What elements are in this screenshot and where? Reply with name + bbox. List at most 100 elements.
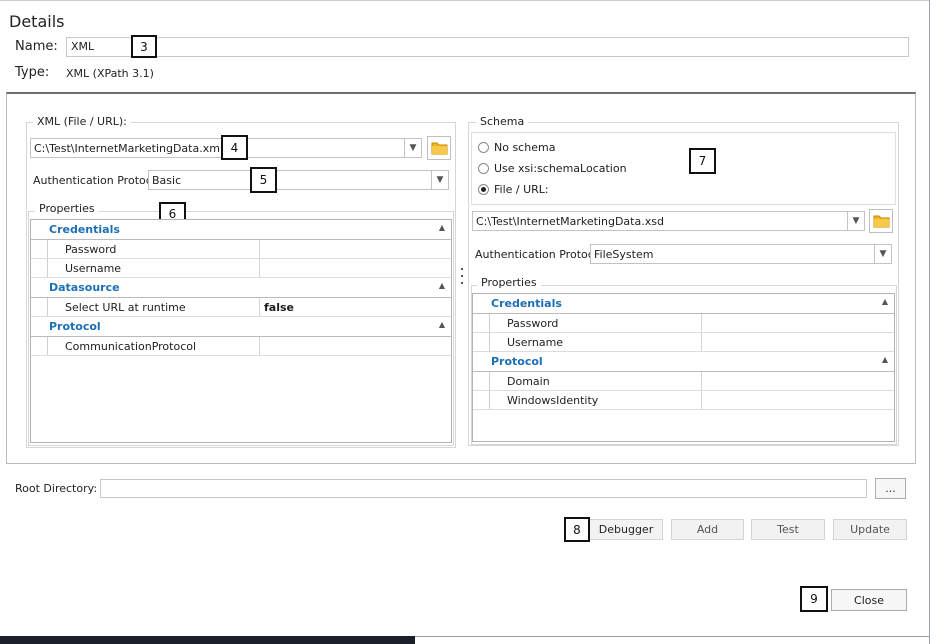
property-value[interactable] [260,337,451,355]
callout-7: 7 [689,148,716,174]
property-value[interactable] [702,391,894,409]
name-input-value: XML [71,40,95,53]
chevron-down-icon[interactable]: ▼ [431,171,448,189]
property-gutter [31,240,48,258]
panel-splitter-handle[interactable] [461,268,464,284]
debugger-button[interactable]: Debugger [589,519,663,540]
radio-label: No schema [494,141,556,154]
property-name: Username [490,333,702,351]
radio-button-icon[interactable] [478,163,489,174]
category-name: Protocol [491,355,543,368]
radio-file-url[interactable]: File / URL: [478,183,549,196]
xml-source-group-title: XML (File / URL): [33,115,131,128]
window-top-border [0,0,930,1]
window-right-border [929,0,930,644]
property-gutter [473,333,490,351]
radio-use-xsi-schemalocation[interactable]: Use xsi:schemaLocation [478,162,627,175]
schema-options-box: No schema Use xsi:schemaLocation File / … [471,132,896,205]
property-value[interactable] [260,259,451,277]
callout-8: 8 [564,517,590,542]
xml-property-grid[interactable]: Credentials ▲ Password Username Datasour… [30,219,452,443]
schema-group-title: Schema [476,115,529,128]
folder-icon [873,215,889,228]
property-name: WindowsIdentity [490,391,702,409]
property-category[interactable]: Credentials ▲ [473,294,894,314]
taskbar-strip [0,636,415,644]
chevron-down-icon[interactable]: ▼ [847,212,864,230]
property-row[interactable]: Domain [473,372,894,391]
property-category[interactable]: Protocol ▲ [31,317,451,337]
collapse-caret-icon[interactable]: ▲ [439,320,445,329]
property-row[interactable]: CommunicationProtocol [31,337,451,356]
property-name: Password [490,314,702,332]
property-row[interactable]: Password [31,240,451,259]
callout-4: 4 [221,135,248,160]
property-category[interactable]: Datasource ▲ [31,278,451,298]
property-row[interactable]: Password [473,314,894,333]
category-name: Datasource [49,281,120,294]
property-gutter [473,314,490,332]
property-value[interactable] [260,240,451,258]
name-input[interactable]: XML [66,37,909,57]
xml-path-value: C:\Test\InternetMarketingData.xml [34,141,224,155]
property-row[interactable]: Select URL at runtime false [31,298,451,317]
radio-label: File / URL: [494,183,549,196]
root-directory-browse-button[interactable]: ... [875,478,906,499]
schema-path-combobox[interactable]: C:\Test\InternetMarketingData.xsd ▼ [472,211,865,231]
callout-5: 5 [250,167,277,193]
property-name: Username [48,259,260,277]
update-button[interactable]: Update [833,519,907,540]
property-name: Password [48,240,260,258]
schema-browse-button[interactable] [869,209,893,233]
xml-auth-combobox[interactable]: Basic ▼ [148,170,449,190]
property-category[interactable]: Credentials ▲ [31,220,451,240]
schema-auth-combobox[interactable]: FileSystem ▼ [590,244,892,264]
root-directory-input[interactable] [100,479,867,498]
window-bottom-border [415,636,930,637]
property-gutter [473,372,490,390]
chevron-down-icon[interactable]: ▼ [874,245,891,263]
collapse-caret-icon[interactable]: ▲ [882,355,888,364]
property-value[interactable]: false [260,298,451,316]
radio-no-schema[interactable]: No schema [478,141,555,154]
callout-9: 9 [800,586,828,612]
collapse-caret-icon[interactable]: ▲ [882,297,888,306]
schema-auth-label: Authentication Protocol [475,248,604,261]
property-row[interactable]: Username [31,259,451,278]
property-category[interactable]: Protocol ▲ [473,352,894,372]
xml-auth-value: Basic [152,173,182,187]
schema-properties-title: Properties [477,276,541,289]
type-label: Type: [15,65,50,80]
xml-auth-label: Authentication Protocol [33,174,162,187]
schema-property-grid[interactable]: Credentials ▲ Password Username Protocol… [472,293,895,442]
collapse-caret-icon[interactable]: ▲ [439,223,445,232]
property-row[interactable]: WindowsIdentity [473,391,894,410]
property-name: CommunicationProtocol [48,337,260,355]
chevron-down-icon[interactable]: ▼ [404,139,421,157]
name-label: Name: [15,39,58,54]
radio-button-selected-icon[interactable] [478,184,489,195]
collapse-caret-icon[interactable]: ▲ [439,281,445,290]
category-name: Credentials [49,223,120,236]
property-gutter [31,259,48,277]
xml-browse-button[interactable] [427,136,451,160]
property-value[interactable] [702,372,894,390]
details-title: Details [9,12,65,31]
schema-path-value: C:\Test\InternetMarketingData.xsd [476,214,664,228]
add-button[interactable]: Add [671,519,744,540]
xml-properties-title: Properties [35,202,99,215]
close-button[interactable]: Close [831,589,907,611]
property-value[interactable] [702,314,894,332]
test-button[interactable]: Test [751,519,825,540]
property-name: Select URL at runtime [48,298,260,316]
radio-button-icon[interactable] [478,142,489,153]
schema-auth-value: FileSystem [594,247,654,261]
property-row[interactable]: Username [473,333,894,352]
root-directory-label: Root Directory: [15,482,98,495]
category-name: Credentials [491,297,562,310]
property-name: Domain [490,372,702,390]
property-value[interactable] [702,333,894,351]
radio-label: Use xsi:schemaLocation [494,162,627,175]
property-gutter [473,391,490,409]
type-value: XML (XPath 3.1) [66,67,154,80]
